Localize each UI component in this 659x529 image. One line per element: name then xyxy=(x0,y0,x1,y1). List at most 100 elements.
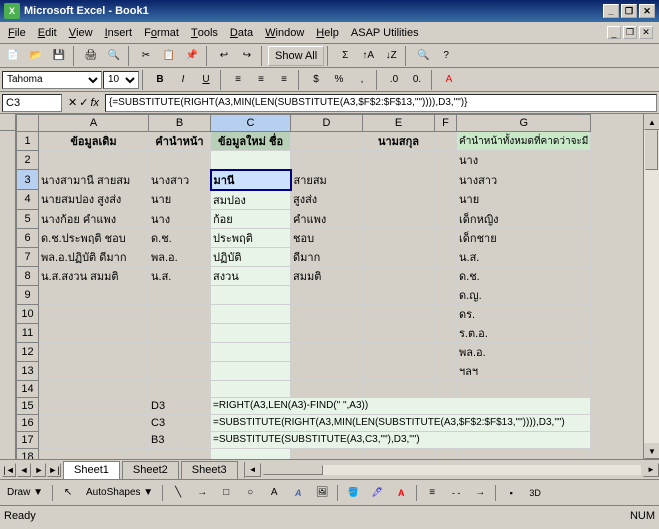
menu-edit[interactable]: Edit xyxy=(32,23,63,43)
tab-prev-button[interactable]: ◄ xyxy=(17,463,31,477)
line-style-button[interactable]: ≡ xyxy=(421,482,443,504)
menu-window[interactable]: Window xyxy=(259,23,310,43)
cell-c5[interactable]: ก้อย xyxy=(211,209,291,228)
cell-b13[interactable] xyxy=(149,361,211,380)
cell-d4[interactable]: สูงส่ง xyxy=(291,190,363,210)
cell-g1[interactable]: คำนำหน้าทั้งหมดที่คาดว่าจะมี xyxy=(457,132,591,151)
clipart-button[interactable]: 🖼 xyxy=(311,482,333,504)
cell-e6[interactable] xyxy=(363,228,435,247)
menu-data[interactable]: Data xyxy=(224,23,259,43)
cell-f14[interactable] xyxy=(435,380,457,397)
col-header-b[interactable]: B xyxy=(149,115,211,132)
tab-navigation[interactable]: |◄ ◄ ► ►| xyxy=(0,461,63,479)
close-button[interactable]: ✕ xyxy=(639,4,655,18)
cell-f18[interactable] xyxy=(435,448,457,459)
cell-f8[interactable] xyxy=(435,266,457,285)
cell-a8[interactable]: น.ส.สงวน สมมติ xyxy=(39,266,149,285)
col-header-c[interactable]: C xyxy=(211,115,291,132)
cell-d2[interactable] xyxy=(291,151,363,170)
cell-b11[interactable] xyxy=(149,323,211,342)
draw-menu-button[interactable]: Draw ▼ xyxy=(2,482,48,504)
increase-decimal-button[interactable]: .0 xyxy=(383,69,405,91)
scroll-track[interactable] xyxy=(644,130,659,443)
cell-b6[interactable]: ด.ช. xyxy=(149,228,211,247)
hscroll-track[interactable] xyxy=(263,465,641,475)
align-right-button[interactable]: ≡ xyxy=(273,69,295,91)
cell-c17[interactable]: =SUBSTITUTE(SUBSTITUTE(A3,C3,""),D3,"") xyxy=(211,431,591,448)
fill-color-button[interactable]: 🪣 xyxy=(342,482,364,504)
cell-b5[interactable]: นาง xyxy=(149,209,211,228)
cell-f9[interactable] xyxy=(435,285,457,304)
cell-f10[interactable] xyxy=(435,304,457,323)
app-restore-button[interactable]: ❐ xyxy=(623,26,637,39)
cell-e5[interactable] xyxy=(363,209,435,228)
cell-d11[interactable] xyxy=(291,323,363,342)
scroll-down-button[interactable]: ▼ xyxy=(644,443,659,459)
cell-b18[interactable] xyxy=(149,448,211,459)
menu-tools[interactable]: Tools xyxy=(185,23,224,43)
paste-button[interactable]: 📌 xyxy=(181,45,203,67)
cell-a4[interactable]: นายสมปอง สูงส่ง xyxy=(39,190,149,210)
cell-b9[interactable] xyxy=(149,285,211,304)
percent-button[interactable]: % xyxy=(328,69,350,91)
cell-e3[interactable] xyxy=(363,170,435,190)
restore-button[interactable]: ❐ xyxy=(621,4,637,18)
cell-e7[interactable] xyxy=(363,247,435,266)
zoom-button[interactable]: 🔍 xyxy=(412,45,434,67)
cell-d6[interactable]: ชอบ xyxy=(291,228,363,247)
sort-asc-button[interactable]: ↑A xyxy=(357,45,379,67)
cell-e18[interactable] xyxy=(363,448,435,459)
cell-a15[interactable] xyxy=(39,397,149,414)
cell-b16[interactable]: C3 xyxy=(149,414,211,431)
currency-button[interactable]: $ xyxy=(305,69,327,91)
autoshapes-button[interactable]: AutoShapes ▼ xyxy=(81,482,158,504)
dash-style-button[interactable]: - - xyxy=(445,482,467,504)
cell-a11[interactable] xyxy=(39,323,149,342)
cell-c14[interactable] xyxy=(211,380,291,397)
cell-c10[interactable] xyxy=(211,304,291,323)
cell-d1[interactable] xyxy=(291,132,363,151)
cell-a10[interactable] xyxy=(39,304,149,323)
comma-button[interactable]: , xyxy=(351,69,373,91)
cell-b1[interactable]: คำนำหน้า xyxy=(149,132,211,151)
redo-button[interactable]: ↪ xyxy=(236,45,258,67)
cancel-formula-icon[interactable]: ✕ xyxy=(68,96,77,109)
underline-button[interactable]: U xyxy=(195,69,217,91)
preview-button[interactable]: 🔍 xyxy=(103,45,125,67)
cell-e11[interactable] xyxy=(363,323,435,342)
cell-d14[interactable] xyxy=(291,380,363,397)
open-button[interactable]: 📂 xyxy=(25,45,47,67)
cell-g5[interactable]: เด็กหญิง xyxy=(457,209,591,228)
cell-g6[interactable]: เด็กชาย xyxy=(457,228,591,247)
minimize-button[interactable]: _ xyxy=(603,4,619,18)
print-button[interactable]: 🖨 xyxy=(80,45,102,67)
app-close-button[interactable]: ✕ xyxy=(639,26,653,39)
cell-b3[interactable]: นางสาว xyxy=(149,170,211,190)
cell-g3[interactable]: นางสาว xyxy=(457,170,591,190)
cell-a2[interactable] xyxy=(39,151,149,170)
align-center-button[interactable]: ≡ xyxy=(250,69,272,91)
menu-asap[interactable]: ASAP Utilities xyxy=(345,23,425,43)
oval-button[interactable]: ○ xyxy=(239,482,261,504)
cell-g9[interactable]: ด.ญ. xyxy=(457,285,591,304)
scroll-right-button[interactable]: ► xyxy=(643,463,659,477)
cell-f6[interactable] xyxy=(435,228,457,247)
cell-a5[interactable]: นางก้อย คำแพง xyxy=(39,209,149,228)
col-header-d[interactable]: D xyxy=(291,115,363,132)
cell-d9[interactable] xyxy=(291,285,363,304)
arrow-button[interactable]: → xyxy=(191,482,213,504)
cell-g2[interactable]: นาง xyxy=(457,151,591,170)
col-header-e[interactable]: E xyxy=(363,115,435,132)
tab-last-button[interactable]: ►| xyxy=(47,463,61,477)
cell-g7[interactable]: น.ส. xyxy=(457,247,591,266)
3d-button[interactable]: 3D xyxy=(524,482,546,504)
cell-b15[interactable]: D3 xyxy=(149,397,211,414)
cell-d12[interactable] xyxy=(291,342,363,361)
cell-b8[interactable]: น.ส. xyxy=(149,266,211,285)
cell-a7[interactable]: พล.อ.ปฏิบัติ ดีมาก xyxy=(39,247,149,266)
copy-button[interactable]: 📋 xyxy=(158,45,180,67)
cell-e4[interactable] xyxy=(363,190,435,210)
cell-d3[interactable]: สายสม xyxy=(291,170,363,190)
cell-b12[interactable] xyxy=(149,342,211,361)
cell-e14[interactable] xyxy=(363,380,435,397)
